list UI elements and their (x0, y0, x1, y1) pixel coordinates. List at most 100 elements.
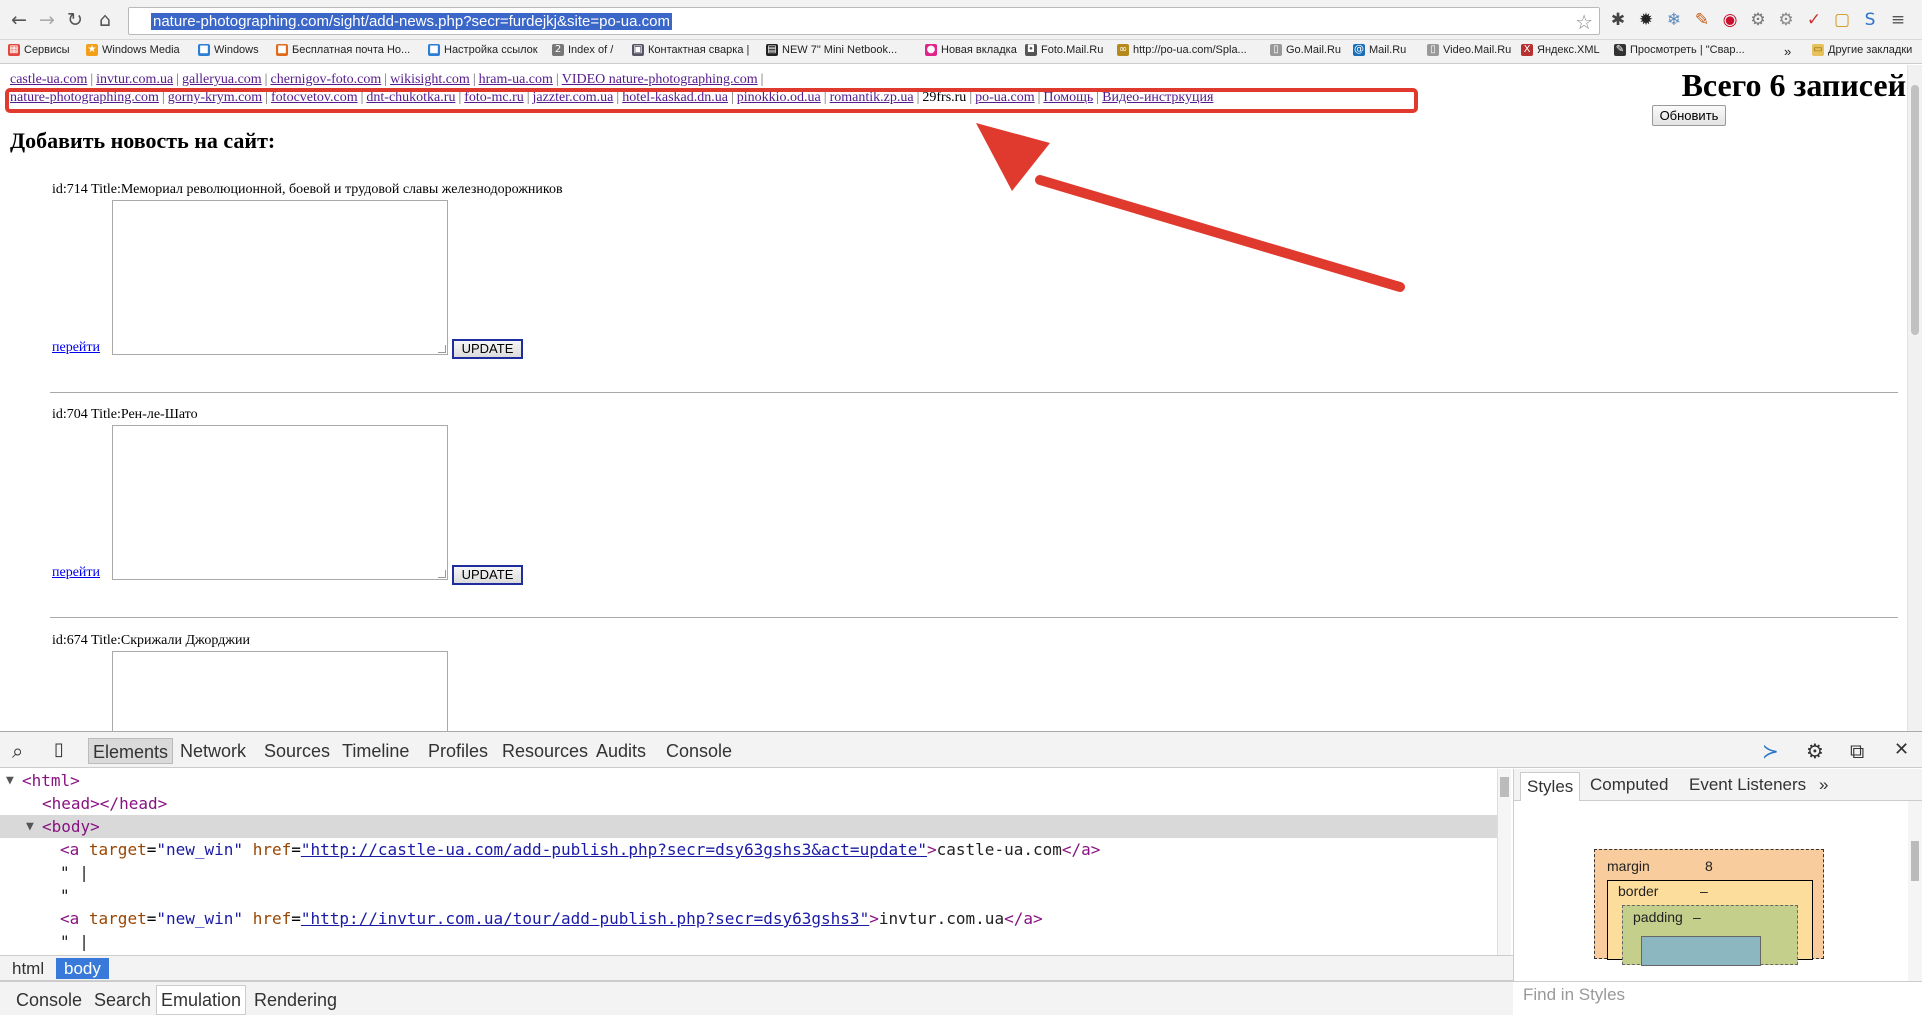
site-link[interactable]: wikisight.com (390, 72, 470, 87)
bookmarks-more-button[interactable]: » (1784, 44, 1791, 59)
dom-text-node[interactable]: " (0, 884, 1497, 907)
go-link[interactable]: перейти (52, 565, 100, 581)
bookmark-item[interactable]: ✎ Просмотреть | "Свар... (1614, 44, 1745, 56)
s-icon[interactable]: S (1860, 10, 1880, 30)
snowflake-icon[interactable]: ❄ (1664, 10, 1684, 30)
bookmark-item[interactable]: ■ Бесплатная почта Ho... (276, 44, 410, 56)
cog-icon[interactable]: ⚙ (1776, 10, 1796, 30)
dom-scroll-thumb[interactable] (1500, 777, 1509, 797)
triangle-down-icon[interactable]: ▼ (6, 769, 14, 792)
bookmark-item[interactable]: ∞ http://po-ua.com/Spla... (1117, 44, 1247, 56)
refresh-button[interactable]: Обновить (1652, 105, 1726, 126)
cart-icon[interactable]: ✓ (1804, 10, 1824, 30)
reload-button[interactable]: ↻ (64, 9, 86, 31)
styles-scrollbar[interactable] (1908, 801, 1922, 981)
address-bar[interactable]: nature-photographing.com/sight/add-news.… (128, 7, 1600, 35)
other-bookmarks-folder[interactable]: ▭ Другие закладки (1812, 44, 1912, 56)
bookmark-item[interactable]: ▯ Video.Mail.Ru (1427, 44, 1511, 56)
devtools-tab-elements[interactable]: Elements (88, 738, 174, 764)
attr-value-link[interactable]: "http://castle-ua.com/add-publish.php?se… (301, 840, 927, 859)
dom-node-anchor[interactable]: <a target="new_win" href="http://castle-… (0, 838, 1497, 861)
drawer-tab-emulation[interactable]: Emulation (156, 985, 247, 1015)
page-scrollbar[interactable] (1907, 65, 1922, 731)
tab-computed[interactable]: Computed (1590, 775, 1668, 795)
news-textarea[interactable] (112, 200, 448, 355)
bookmark-item[interactable]: X Яндекс.XML (1521, 44, 1600, 56)
bug-icon[interactable]: ✱ (1608, 10, 1628, 30)
devtools-tab-audits[interactable]: Audits (596, 741, 646, 762)
devtools-tab-timeline[interactable]: Timeline (342, 741, 409, 762)
site-link[interactable]: invtur.com.ua (96, 72, 173, 87)
console-drawer-icon[interactable]: ≻ (1762, 739, 1779, 763)
dom-text-node[interactable]: " | (0, 930, 1497, 953)
site-link[interactable]: castle-ua.com (10, 72, 87, 87)
devtools-tab-sources[interactable]: Sources (264, 741, 330, 762)
drawer-tab-search[interactable]: Search (94, 990, 151, 1011)
bookmark-item[interactable]: 2 Index of / (552, 44, 613, 56)
dom-node-body[interactable]: ▼ <body> (0, 815, 1497, 838)
padding-value[interactable]: – (1693, 909, 1701, 925)
site-link[interactable]: chernigov-foto.com (270, 72, 381, 87)
bookmark-item[interactable]: ■ Настройка ссылок (428, 44, 538, 56)
bookmark-item[interactable]: @ Mail.Ru (1353, 44, 1406, 56)
device-mode-icon[interactable]: ▯ (54, 739, 64, 760)
search-icon[interactable]: ⌕ (12, 739, 23, 763)
settings-gear-icon[interactable]: ⚙ (1806, 739, 1824, 763)
dom-scrollbar[interactable] (1497, 769, 1511, 955)
frame-icon[interactable]: ▢ (1832, 10, 1852, 30)
update-button[interactable]: UPDATE (452, 565, 523, 585)
bookmark-item[interactable]: ▣ Контактная сварка | (632, 44, 749, 56)
update-button[interactable]: UPDATE (452, 339, 523, 359)
home-button[interactable]: ⌂ (94, 9, 116, 31)
triangle-down-icon[interactable]: ▼ (26, 815, 34, 838)
target-icon[interactable]: ◉ (1720, 10, 1740, 30)
tab-styles[interactable]: Styles (1520, 772, 1581, 801)
attr-name: href (252, 840, 292, 859)
devtools-tabbar: ⌕ ▯ Elements Network Sources Timeline Profil… (0, 732, 1922, 768)
site-link[interactable]: VIDEO nature-photographing.com (562, 72, 758, 87)
devtools-tab-console[interactable]: Console (666, 741, 732, 762)
site-link[interactable]: hram-ua.com (479, 72, 553, 87)
attr-value-link[interactable]: "http://invtur.com.ua/tour/add-publish.p… (301, 909, 869, 928)
devtools-tab-resources[interactable]: Resources (502, 741, 588, 762)
tab-event-listeners[interactable]: Event Listeners (1689, 775, 1806, 795)
drawer-tab-console[interactable]: Console (16, 990, 82, 1011)
url-text[interactable]: nature-photographing.com/sight/add-news.… (151, 13, 672, 30)
dom-node-head[interactable]: <head></head> (0, 792, 1497, 815)
breadcrumb-html[interactable]: html (4, 958, 52, 979)
bookmark-item[interactable]: ▯ Go.Mail.Ru (1270, 44, 1341, 56)
bookmark-item[interactable]: ★ Windows Media (86, 44, 180, 56)
dom-node-anchor[interactable]: <a target="new_win" href="http://invtur.… (0, 907, 1497, 930)
drawer-tab-rendering[interactable]: Rendering (254, 990, 337, 1011)
styles-scroll-thumb[interactable] (1911, 841, 1919, 881)
bookmark-item[interactable]: ▦ Сервисы (8, 44, 70, 56)
border-value[interactable]: – (1700, 883, 1708, 899)
news-textarea[interactable] (112, 425, 448, 580)
dock-icon[interactable]: ⧉ (1850, 739, 1864, 763)
dom-text-node[interactable]: " | (0, 861, 1497, 884)
bookmark-item[interactable]: ■ Windows (198, 44, 259, 56)
tool-icon[interactable]: ✎ (1692, 10, 1712, 30)
bookmark-item[interactable]: ▤ NEW 7" Mini Netbook... (766, 44, 897, 56)
back-button[interactable]: ← (8, 9, 30, 31)
close-icon[interactable]: ✕ (1894, 739, 1909, 760)
news-textarea[interactable] (112, 651, 448, 731)
bookmark-item[interactable]: ● Новая вкладка (925, 44, 1017, 56)
margin-value[interactable]: 8 (1705, 858, 1713, 874)
forward-button[interactable]: → (36, 9, 58, 31)
devtools-tab-network[interactable]: Network (180, 741, 246, 762)
bookmark-star-icon[interactable]: ☆ (1575, 10, 1593, 34)
cog-icon[interactable]: ⚙ (1748, 10, 1768, 30)
dom-node-html[interactable]: ▼ <html> (0, 769, 1497, 792)
menu-icon[interactable]: ≡ (1888, 10, 1908, 30)
dom-tree[interactable]: ▼ <html> <head></head> ▼ <body> <a targe… (0, 769, 1505, 955)
go-link[interactable]: перейти (52, 340, 100, 356)
site-link[interactable]: galleryua.com (182, 72, 262, 87)
devtools-tab-profiles[interactable]: Profiles (428, 741, 488, 762)
page-scroll-thumb[interactable] (1911, 85, 1919, 335)
styles-more-icon[interactable]: » (1819, 775, 1828, 795)
bookmark-item[interactable]: ◘ Foto.Mail.Ru (1025, 44, 1103, 56)
gear-icon[interactable]: ✹ (1636, 10, 1656, 30)
breadcrumb-body[interactable]: body (56, 958, 109, 979)
find-in-styles-input[interactable]: Find in Styles (1513, 981, 1922, 1007)
